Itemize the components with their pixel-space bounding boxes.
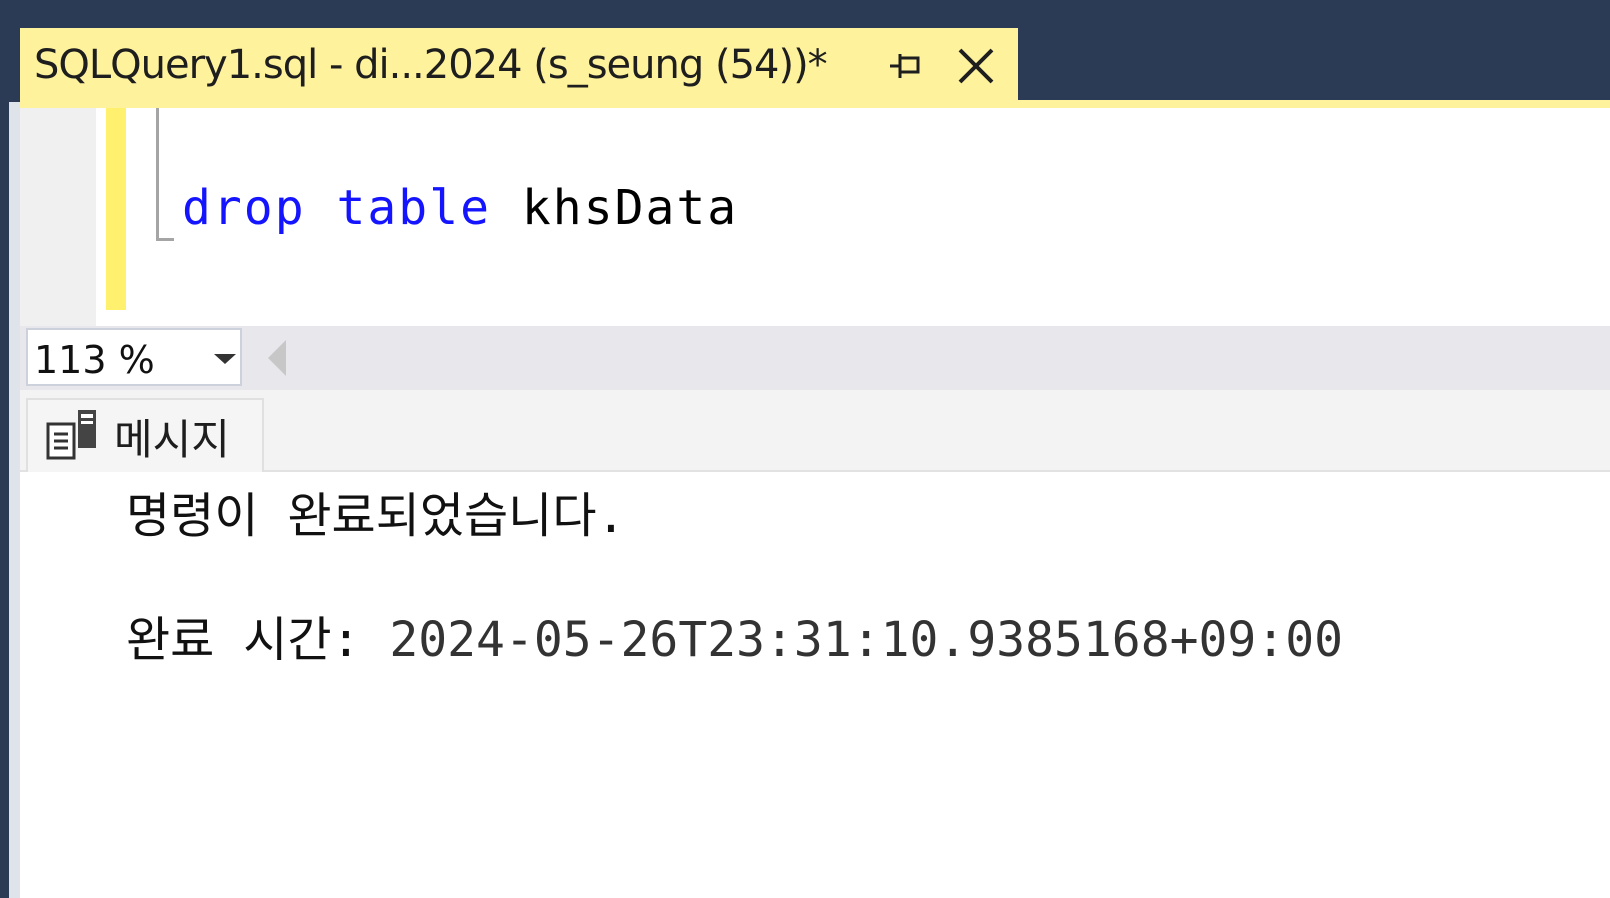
tab-title: SQLQuery1.sql - di...2024 (s_seung (54))… [34, 42, 828, 88]
keyword-table: table [336, 180, 491, 236]
window-frame-left-border [9, 102, 20, 898]
zoom-dropdown[interactable]: 113 % [26, 328, 242, 386]
keyword-drop: drop [182, 180, 306, 236]
command-completed-message: 명령이 완료되었습니다. [126, 488, 626, 544]
chevron-down-icon[interactable] [214, 354, 236, 364]
messages-icon [46, 410, 96, 460]
completion-time-value: 2024-05-26T23:31:10.9385168+09:00 [389, 612, 1343, 668]
query-editor[interactable]: drop table khsData [20, 108, 1610, 326]
tab-sqlquery1[interactable]: SQLQuery1.sql - di...2024 (s_seung (54))… [20, 28, 1018, 102]
messages-output: 명령이 완료되었습니다. 완료 시간: 2024-05-26T23:31:10.… [38, 476, 1610, 898]
change-indicator-bar [106, 108, 126, 310]
completion-time-label: 완료 시간: [126, 612, 390, 668]
messages-tab-label: 메시지 [114, 415, 230, 464]
zoom-value: 113 % [34, 338, 155, 382]
outline-fold-line [156, 108, 159, 240]
code-line[interactable]: drop table khsData [182, 180, 738, 236]
tab-messages[interactable]: 메시지 [26, 398, 264, 472]
zoom-scroll-strip: 113 % [20, 326, 1610, 390]
completion-time-line: 완료 시간: 2024-05-26T23:31:10.9385168+09:00 [126, 600, 1343, 670]
close-icon[interactable] [954, 44, 998, 88]
table-identifier: khsData [521, 180, 739, 236]
results-tab-strip: 메시지 [20, 390, 1610, 472]
outline-fold-end [156, 238, 174, 241]
tab-underline [20, 100, 1610, 108]
editor-gutter [20, 108, 96, 326]
pin-icon[interactable] [886, 46, 926, 86]
scroll-left-arrow-icon[interactable] [268, 340, 286, 376]
